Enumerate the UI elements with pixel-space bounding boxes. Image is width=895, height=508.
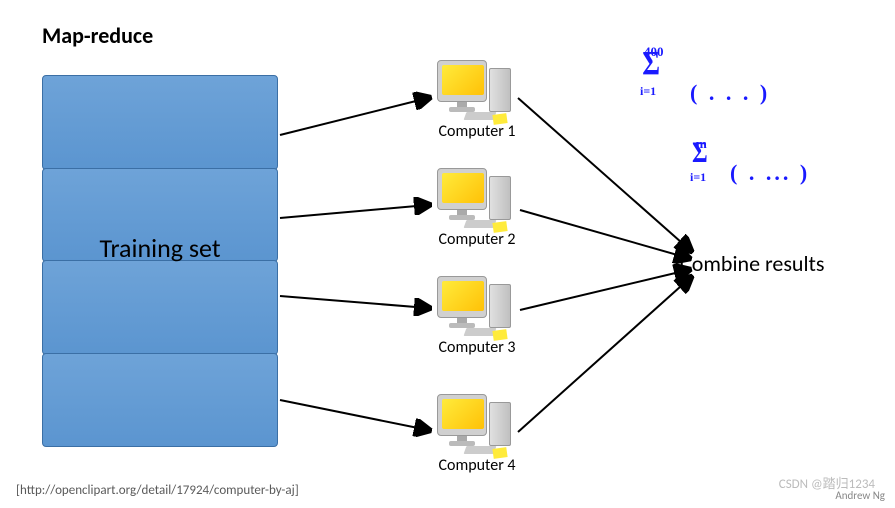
computer-icon [437,276,517,336]
sum1-lower: i=1 [640,84,656,99]
sum2-lower: i=1 [690,170,706,185]
computer-node-4: Computer 4 [432,394,522,475]
computer-node-1: Computer 1 [432,60,522,141]
computer-label: Computer 3 [432,338,522,357]
computer-label: Computer 1 [432,122,522,141]
combine-results-label: Combine results [680,250,825,277]
annotation-body-1: ( . . . ) [690,80,770,106]
computer-icon [437,168,517,228]
sigma-icon: Σ [642,54,660,74]
computer-label: Computer 4 [432,456,522,475]
computer-node-3: Computer 3 [432,276,522,357]
computer-icon [437,394,517,454]
computer-icon [437,60,517,120]
computer-node-2: Computer 2 [432,168,522,249]
citation-text: [http://openclipart.org/detail/17924/com… [16,483,299,498]
sigma-icon: Σ [692,144,708,162]
computer-label: Computer 2 [432,230,522,249]
annotation-sum-2: m Σ i=1 [690,144,710,167]
author-text: Andrew Ng [835,489,885,502]
annotation-sum-1: 400 Σ i=1 [640,54,662,79]
annotation-body-2: ( . ... ) [730,160,810,186]
